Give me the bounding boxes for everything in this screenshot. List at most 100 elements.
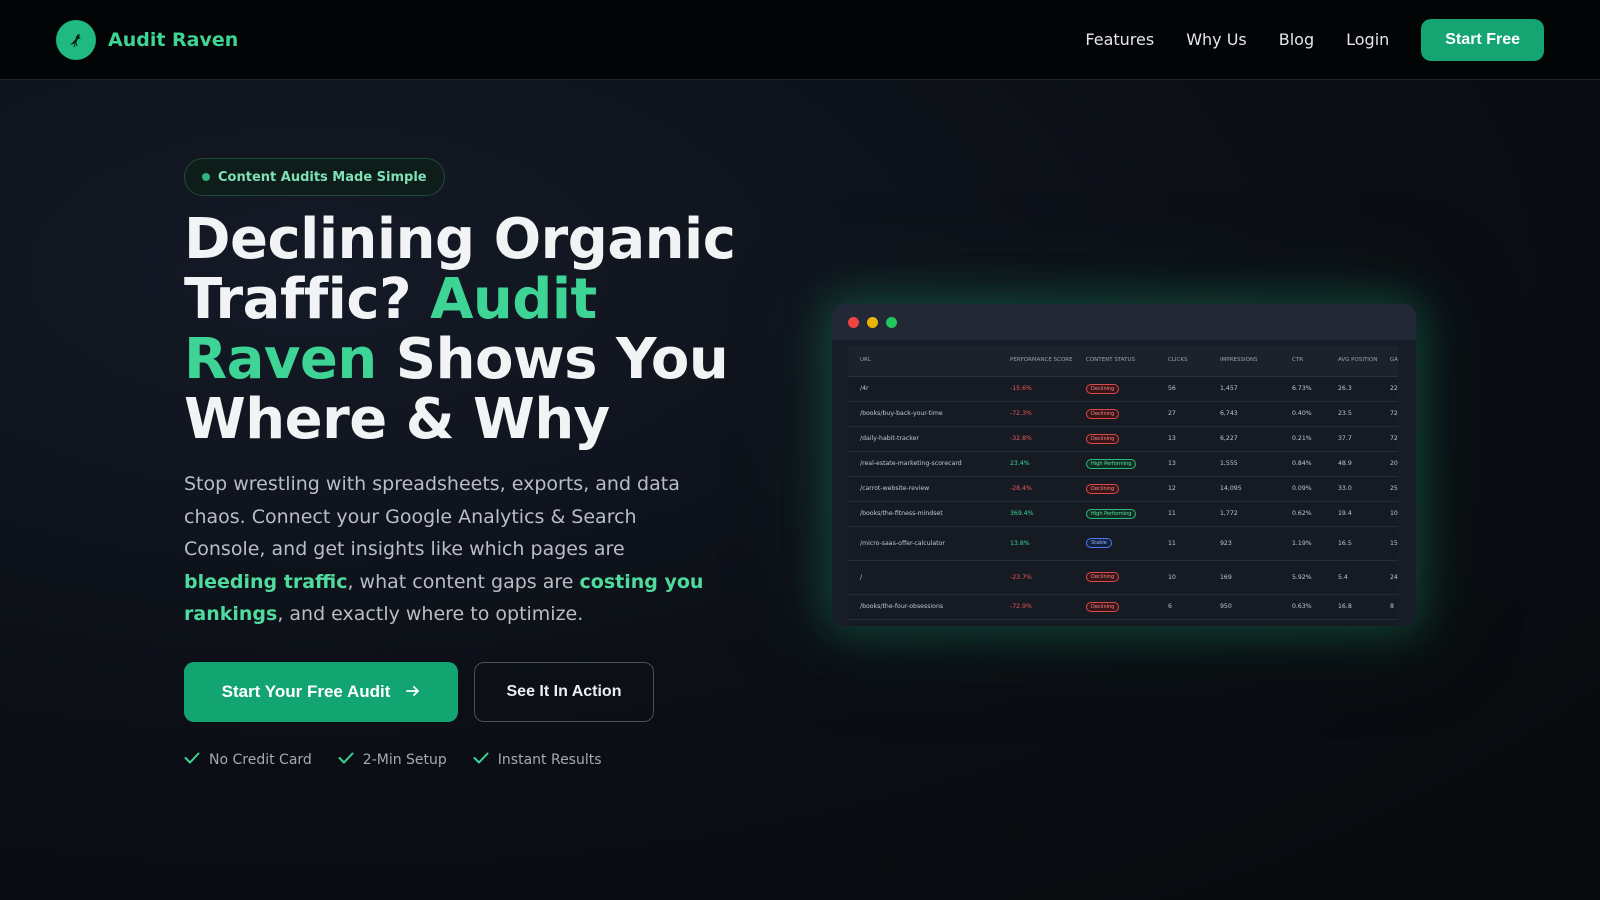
nav-link-blog[interactable]: Blog xyxy=(1279,30,1314,49)
audit-table-container: URL Performance Score Content Status Clicks… xyxy=(848,346,1398,626)
dashboard-preview: URL Performance Score Content Status Clicks… xyxy=(832,304,1416,626)
table-cell-pos: 48.9 xyxy=(1326,451,1378,477)
table-cell-clicks: 11 xyxy=(1156,501,1208,527)
status-badge: Declining xyxy=(1086,601,1120,612)
table-cell-score: -32.8% xyxy=(998,426,1074,452)
start-free-audit-label: Start Your Free Audit xyxy=(221,682,391,701)
table-cell-ctr: 5.92% xyxy=(1280,560,1326,595)
table-cell-impr: 1,555 xyxy=(1208,451,1280,477)
table-cell-url: /books/the-fitness-mindset xyxy=(848,501,998,527)
table-cell-score: -15.6% xyxy=(998,376,1074,402)
table-cell-status: Declining xyxy=(1074,401,1156,427)
window-close-dot-icon xyxy=(848,316,859,328)
table-cell-pos: 33.0 xyxy=(1326,476,1378,502)
raven-logo-icon xyxy=(56,19,96,60)
nav-link-why-us[interactable]: Why Us xyxy=(1186,30,1247,49)
nav-link-login[interactable]: Login xyxy=(1346,30,1389,49)
table-row[interactable]: /books/buy-back-your-time -72.3% Declining… xyxy=(848,401,1398,427)
table-cell-clicks: 56 xyxy=(1156,376,1208,402)
table-cell-pos: 16.8 xyxy=(1326,594,1378,620)
window-maximize-dot-icon xyxy=(886,316,897,328)
status-badge: Stable xyxy=(1086,538,1112,548)
status-badge: Declining xyxy=(1086,572,1120,582)
perk-label: No Credit Card xyxy=(209,752,312,768)
table-cell-status: Declining xyxy=(1074,426,1156,452)
column-header[interactable]: Ga Se xyxy=(1378,346,1398,377)
table-cell-clicks: 13 xyxy=(1156,426,1208,452)
table-cell-gs: 226 xyxy=(1378,376,1398,402)
table-cell-impr: 923 xyxy=(1208,526,1280,561)
nav-links: Features Why Us Blog Login Start Free xyxy=(1085,18,1544,61)
table-cell-status: Declining xyxy=(1074,594,1156,620)
table-cell-gs: 20 xyxy=(1378,451,1398,477)
table-cell-impr: 6,227 xyxy=(1208,426,1280,452)
table-cell-gs: 8 xyxy=(1378,594,1398,620)
table-cell-ctr: 6.73% xyxy=(1280,376,1326,402)
table-cell-gs: 25 xyxy=(1378,476,1398,502)
subtext-part-2: , what content gaps are xyxy=(347,570,580,593)
table-cell-impr: 14,095 xyxy=(1208,476,1280,502)
table-row[interactable]: /micro-saas-offer-calculator 13.8% Stable 1… xyxy=(848,526,1398,561)
table-row[interactable]: / -23.7% Declining 10 169 5.92% 5.4 24 xyxy=(848,560,1398,595)
table-cell-clicks: 10 xyxy=(1156,560,1208,595)
table-row[interactable]: /4r-15.6% Declining 561,4576.73%26.3226 xyxy=(848,376,1398,402)
arrow-right-icon xyxy=(406,682,420,702)
table-cell-ctr: 0.09% xyxy=(1280,476,1326,502)
subtext-highlight-1: bleeding traffic xyxy=(184,570,348,593)
table-cell-score: -28.4% xyxy=(998,476,1074,502)
window-minimize-dot-icon xyxy=(867,316,878,328)
see-it-in-action-button[interactable]: See It In Action xyxy=(474,662,654,722)
perk-label: 2-Min Setup xyxy=(362,752,447,768)
check-icon xyxy=(184,752,200,768)
table-cell-url: /carrot-website-review xyxy=(848,476,998,502)
table-cell-gs: 24 xyxy=(1378,560,1398,595)
table-row[interactable]: /daily-habit-tracker -32.8% Declining 13 6,2… xyxy=(848,426,1398,452)
brand-name: Audit Raven xyxy=(108,28,239,51)
window-titlebar xyxy=(832,304,1416,340)
column-header[interactable]: Content Status xyxy=(1074,346,1156,377)
check-icon xyxy=(473,752,489,768)
subtext-part-1: Stop wrestling with spreadsheets, export… xyxy=(184,473,680,560)
table-cell-pos: 5.4 xyxy=(1326,560,1378,595)
table-cell-url: / xyxy=(848,560,998,595)
table-cell-url: /daily-habit-tracker xyxy=(848,426,998,452)
status-badge: High Performing xyxy=(1086,458,1137,469)
table-row[interactable]: /real-estate-marketing-scorecard 23.4% Hig… xyxy=(848,451,1398,477)
column-header[interactable]: Performance Score xyxy=(998,346,1074,377)
table-row[interactable]: /books/the-fitness-mindset 369.4% High Per… xyxy=(848,501,1398,527)
table-cell-ctr: 0.63% xyxy=(1280,594,1326,620)
start-free-button[interactable]: Start Free xyxy=(1421,18,1544,61)
hero-badge: Content Audits Made Simple xyxy=(184,158,445,196)
table-row[interactable]: /books/the-four-obsessions -72.9% Declinin… xyxy=(848,594,1398,620)
check-icon xyxy=(338,752,354,768)
table-cell-score: 369.4% xyxy=(998,501,1074,527)
table-cell-status: Stable xyxy=(1074,526,1156,561)
table-cell-ctr: 0.21% xyxy=(1280,426,1326,452)
table-cell-url: /micro-saas-offer-calculator xyxy=(848,526,998,561)
table-cell-gs: 72 xyxy=(1378,401,1398,427)
perk-item: Instant Results xyxy=(473,752,602,768)
status-badge: Declining xyxy=(1086,483,1120,494)
start-free-audit-button[interactable]: Start Your Free Audit xyxy=(184,662,458,722)
table-cell-url: /4r xyxy=(848,376,998,402)
column-header[interactable]: CTR xyxy=(1280,346,1326,377)
table-cell-pos: 16.5 xyxy=(1326,526,1378,561)
table-cell-pos: 19.4 xyxy=(1326,501,1378,527)
table-cell-score: -72.9% xyxy=(998,594,1074,620)
table-cell-pos: 26.3 xyxy=(1326,376,1378,402)
column-header[interactable]: Clicks xyxy=(1156,346,1208,377)
nav-link-features[interactable]: Features xyxy=(1085,30,1154,49)
column-header[interactable]: Avg Position xyxy=(1326,346,1378,377)
table-cell-ctr: 0.62% xyxy=(1280,501,1326,527)
table-cell-gs: 15 xyxy=(1378,526,1398,561)
table-body: /4r-15.6% Declining 561,4576.73%26.3226/bo… xyxy=(848,376,1398,620)
column-header[interactable]: Impressions xyxy=(1208,346,1280,377)
status-badge: Declining xyxy=(1086,433,1120,444)
table-cell-impr: 6,743 xyxy=(1208,401,1280,427)
audit-table: URL Performance Score Content Status Clicks… xyxy=(848,346,1398,620)
table-cell-clicks: 27 xyxy=(1156,401,1208,427)
table-row[interactable]: /carrot-website-review -28.4% Declining 12 1… xyxy=(848,476,1398,502)
column-header[interactable]: URL xyxy=(848,346,998,377)
perk-label: Instant Results xyxy=(497,752,602,768)
brand[interactable]: Audit Raven xyxy=(56,19,239,60)
